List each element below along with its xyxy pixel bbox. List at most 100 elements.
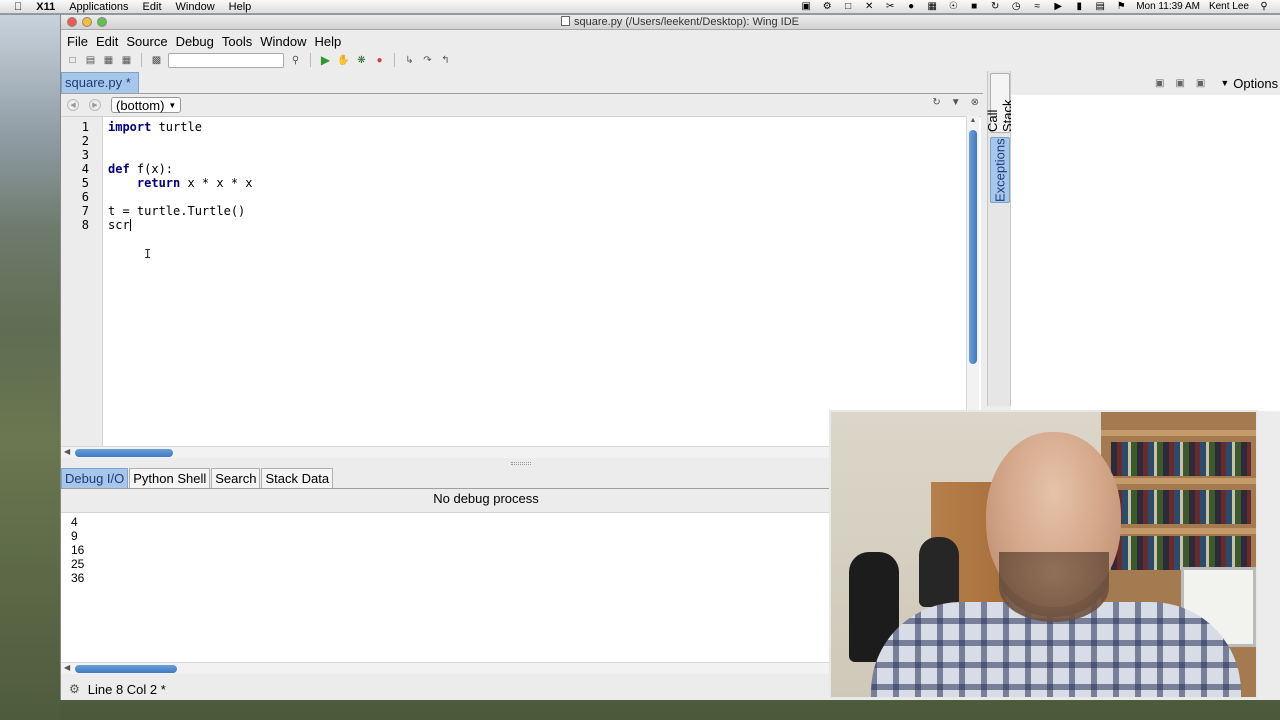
menu-tools[interactable]: Tools (222, 34, 252, 49)
menu-edit[interactable]: Edit (96, 34, 118, 49)
splitter-grip-icon[interactable] (511, 462, 531, 465)
window-controls (67, 17, 107, 27)
time-machine-icon[interactable]: ◷ (1010, 1, 1022, 12)
output-horizontal-scrollbar[interactable]: ◀ (61, 662, 831, 674)
webcam-shelf (1101, 528, 1256, 534)
mac-menu-x11[interactable]: X11 (36, 1, 55, 13)
tab-search[interactable]: Search (211, 468, 261, 488)
code-text: import turtle (108, 120, 202, 134)
save-all-icon[interactable]: ▦ (120, 54, 133, 67)
editor-tab-square-py[interactable]: square.py * (61, 72, 139, 93)
scroll-up-arrow-icon[interactable]: ▲ (967, 117, 979, 127)
back-icon[interactable]: ◀ (67, 99, 79, 111)
minimize-window-button[interactable] (82, 17, 92, 27)
options-label: Options (1233, 75, 1279, 91)
spotlight-search-icon[interactable]: ⚲ (1258, 1, 1270, 12)
display-icon[interactable]: ▤ (1094, 1, 1106, 12)
options-menu-button[interactable]: ▼ Options (1220, 76, 1278, 91)
line-number: 7 (81, 204, 89, 218)
search-icon[interactable]: ⚲ (289, 54, 302, 67)
code-keyword: return (108, 176, 181, 190)
output-horizontal-scroll-thumb[interactable] (75, 665, 177, 673)
scope-select[interactable]: (bottom) ▼ (111, 97, 182, 113)
save-file-icon[interactable]: ▦ (102, 54, 115, 67)
sync-icon[interactable]: ↻ (989, 1, 1001, 12)
editor-horizontal-scroll-thumb[interactable] (75, 449, 173, 457)
menu-source[interactable]: Source (126, 34, 167, 49)
print-icon[interactable]: ▩ (150, 54, 163, 67)
toolbar-separator (394, 53, 395, 67)
bottom-panel-tabs: Debug I/O Python Shell Search Stack Data (61, 468, 334, 488)
webcam-shelf (1101, 478, 1256, 484)
editor-vertical-scroll-thumb[interactable] (969, 130, 977, 364)
panel-button-icon[interactable]: ▣ (1155, 78, 1164, 89)
mac-menu-help[interactable]: Help (229, 1, 252, 13)
editor-horizontal-scrollbar[interactable]: ◀ (61, 446, 831, 458)
speech-icon[interactable]: ● (905, 1, 917, 12)
scroll-left-arrow-icon[interactable]: ◀ (64, 447, 70, 456)
stop-icon[interactable]: ● (373, 54, 386, 67)
menu-file[interactable]: File (67, 34, 88, 49)
code-line: 8 scr (61, 218, 961, 232)
scroll-left-arrow-icon[interactable]: ◀ (64, 663, 70, 672)
panel-button-icon[interactable]: ▣ (1175, 78, 1184, 89)
tab-debug-io[interactable]: Debug I/O (61, 468, 129, 488)
window-icon[interactable]: □ (842, 1, 854, 12)
volume-icon[interactable]: ▶ (1052, 1, 1064, 12)
panel-button-icon[interactable]: ▣ (1196, 78, 1205, 89)
camera-icon[interactable]: ▣ (800, 1, 812, 12)
new-file-icon[interactable]: □ (66, 54, 79, 67)
debug-output-area[interactable]: 4 9 16 25 36 (61, 512, 831, 662)
tab-stack-data[interactable]: Stack Data (261, 468, 334, 488)
settings-gear-icon[interactable]: ⚙ (69, 682, 80, 696)
tab-python-shell[interactable]: Python Shell (129, 468, 211, 488)
mac-menu-edit[interactable]: Edit (143, 1, 162, 13)
flag-icon[interactable]: ⚑ (1115, 1, 1127, 12)
tab-exceptions[interactable]: Exceptions (990, 137, 1010, 203)
editor-vertical-scrollbar[interactable]: ▲ ▼ (966, 116, 979, 446)
options-dropdown-icon[interactable]: ▼ (951, 97, 961, 108)
wifi-icon[interactable]: ≈ (1031, 1, 1043, 12)
mac-menu-applications[interactable]: Applications (69, 1, 128, 13)
step-into-icon[interactable]: ↳ (403, 54, 416, 67)
user-name[interactable]: Kent Lee (1209, 1, 1249, 12)
line-number: 3 (81, 148, 89, 162)
step-over-icon[interactable]: ↷ (421, 54, 434, 67)
apple-icon[interactable]:  (14, 1, 22, 13)
menu-help[interactable]: Help (314, 34, 341, 49)
forward-icon[interactable]: ▶ (89, 99, 101, 111)
bug-icon[interactable]: ❋ (355, 54, 368, 67)
menu-window[interactable]: Window (260, 34, 306, 49)
code-text: scr (108, 218, 131, 232)
open-file-icon[interactable]: ▤ (84, 54, 97, 67)
close-editor-icon[interactable]: ⊗ (971, 97, 979, 108)
close-app-icon[interactable]: ✕ (863, 1, 875, 12)
window-titlebar[interactable]: square.py (/Users/leekent/Desktop): Wing… (61, 15, 1280, 30)
compass-icon[interactable]: ☉ (947, 1, 959, 12)
step-out-icon[interactable]: ↰ (439, 54, 452, 67)
webcam-video-overlay (829, 410, 1258, 699)
code-line: 6 (61, 190, 961, 204)
output-line: 4 (71, 515, 78, 529)
code-rest: t = turtle.Turtle() (108, 204, 246, 218)
menu-debug[interactable]: Debug (176, 34, 214, 49)
close-window-button[interactable] (67, 17, 77, 27)
gear-icon[interactable]: ⚙ (821, 1, 833, 12)
lock-icon[interactable]: ■ (968, 1, 980, 12)
mac-menu-window[interactable]: Window (176, 1, 215, 13)
code-line: 3 (61, 148, 961, 162)
tab-call-stack[interactable]: Call Stack (985, 73, 1015, 133)
output-line: 25 (71, 557, 85, 571)
battery-icon[interactable]: ▮ (1073, 1, 1085, 12)
zoom-window-button[interactable] (97, 17, 107, 27)
code-line: 4 def f(x): (61, 162, 961, 176)
clock[interactable]: Mon 11:39 AM (1136, 1, 1200, 12)
refresh-icon[interactable]: ↻ (932, 97, 940, 108)
run-debug-icon[interactable]: ▶ (319, 53, 332, 67)
code-rest: scr (108, 218, 130, 232)
breakpoint-hand-icon[interactable]: ✋ (337, 54, 350, 67)
clipboard-icon[interactable]: ▦ (926, 1, 938, 12)
toolbar-search-input[interactable] (168, 52, 284, 68)
code-editor[interactable]: 1 import turtle 2 3 4 def f(x): 5 return x… (61, 116, 981, 447)
scissors-icon[interactable]: ✂ (884, 1, 896, 12)
